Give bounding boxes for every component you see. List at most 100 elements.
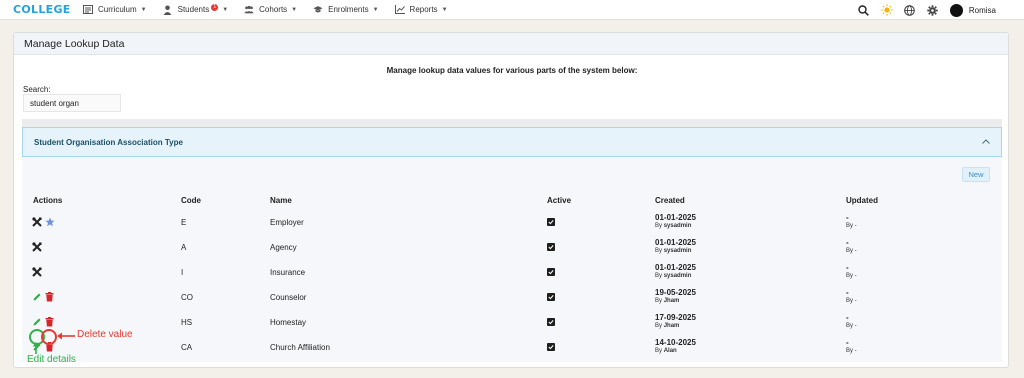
updated-date: -	[846, 238, 849, 247]
checkbox-checked-icon	[547, 218, 555, 226]
updated-by: By -	[846, 273, 857, 279]
table-row: HS Homestay 17-09-2025 By Jham - By -	[22, 311, 1002, 336]
intro-text: Manage lookup data values for various pa…	[386, 66, 638, 75]
notification-badge: 1	[211, 3, 219, 11]
tools-icon[interactable]	[32, 267, 42, 277]
code-cell: E	[181, 218, 187, 227]
updated-date: -	[846, 313, 849, 322]
student-icon	[163, 5, 173, 15]
updated-date: -	[846, 213, 849, 222]
updated-by: By -	[846, 348, 857, 354]
created-date: 01-01-2025	[655, 213, 696, 222]
name-cell: Employer	[270, 218, 304, 227]
updated-by: By -	[846, 223, 857, 229]
lookup-data-card: Manage Lookup Data Manage lookup data va…	[13, 32, 1009, 368]
nav-cohorts-label: Cohorts	[259, 5, 288, 14]
checkbox-checked-icon	[547, 293, 555, 301]
column-header-created: Created	[655, 196, 685, 205]
checkbox-checked-icon	[547, 243, 555, 251]
brand-logo[interactable]: COLLEGE	[13, 3, 83, 16]
created-cell: 01-01-2025 By sysadmin	[655, 238, 696, 254]
nav-right-tools: Romisa	[858, 0, 1024, 20]
globe-icon[interactable]	[904, 4, 916, 16]
column-header-name: Name	[270, 196, 292, 205]
name-cell: Homestay	[270, 318, 307, 327]
updated-cell: - By -	[846, 263, 857, 279]
table-row: CO Counselor 19-05-2025 By Jham - By -	[22, 286, 1002, 311]
nav-cohorts[interactable]: Cohorts ▼	[244, 5, 297, 15]
book-icon	[83, 5, 93, 15]
users-icon	[244, 5, 254, 15]
nav-reports-label: Reports	[409, 5, 438, 14]
code-cell: A	[181, 243, 187, 252]
created-date: 19-05-2025	[655, 288, 696, 297]
avatar[interactable]	[949, 3, 963, 17]
trash-icon[interactable]	[44, 292, 54, 302]
graduation-cap-icon	[313, 5, 323, 15]
section-title: Student Organisation Association Type	[34, 137, 183, 147]
tools-icon[interactable]	[32, 242, 42, 252]
table-row: A Agency 01-01-2025 By sysadmin - By -	[22, 236, 1002, 261]
delete-annotation: Delete value	[77, 329, 133, 340]
created-cell: 14-10-2025 By Alan	[655, 338, 696, 354]
created-by: By sysadmin	[655, 248, 692, 254]
name-cell: Agency	[270, 243, 297, 252]
search-input[interactable]	[23, 94, 121, 112]
new-button[interactable]: New	[962, 167, 990, 182]
name-cell: Insurance	[270, 268, 306, 277]
chevron-down-icon: ▼	[140, 6, 147, 13]
search-icon[interactable]	[858, 4, 870, 16]
tools-icon[interactable]	[32, 217, 42, 227]
updated-cell: - By -	[846, 313, 857, 329]
code-cell: CO	[181, 293, 193, 302]
updated-date: -	[846, 288, 849, 297]
top-navbar: COLLEGE Curriculum ▼ Students 1 ▼ Cohort…	[0, 0, 1024, 20]
chevron-down-icon: ▼	[291, 6, 298, 13]
pencil-icon[interactable]	[32, 292, 42, 302]
chevron-up-icon[interactable]	[981, 137, 991, 147]
code-cell: I	[181, 268, 184, 277]
column-header-code: Code	[181, 196, 201, 205]
name-cell: Church Affiliation	[270, 343, 330, 352]
updated-date: -	[846, 263, 849, 272]
arrow-left-icon	[57, 332, 75, 340]
created-cell: 17-09-2025 By Jham	[655, 313, 696, 329]
created-date: 14-10-2025	[655, 338, 696, 347]
created-by: By Jham	[655, 298, 680, 304]
created-cell: 19-05-2025 By Jham	[655, 288, 696, 304]
chevron-down-icon: ▼	[372, 6, 379, 13]
created-by: By sysadmin	[655, 223, 692, 229]
table-row: I Insurance 01-01-2025 By sysadmin - By …	[22, 261, 1002, 286]
nav-students[interactable]: Students 1 ▼	[163, 3, 228, 15]
trash-icon[interactable]	[44, 317, 54, 327]
created-by: By sysadmin	[655, 273, 692, 279]
nav-curriculum-label: Curriculum	[98, 5, 137, 14]
page-title: Manage Lookup Data	[14, 33, 1008, 55]
created-date: 01-01-2025	[655, 238, 696, 247]
nav-students-label: Students	[177, 5, 210, 14]
lookup-section: Student Organisation Association Type Ne…	[22, 119, 1002, 362]
updated-cell: - By -	[846, 338, 857, 354]
created-by: By Alan	[655, 348, 677, 354]
column-header-updated: Updated	[846, 196, 878, 205]
checkbox-checked-icon	[547, 343, 555, 351]
updated-cell: - By -	[846, 288, 857, 304]
pencil-icon[interactable]	[32, 317, 42, 327]
delete-highlight-circle	[41, 329, 57, 345]
accordion-header[interactable]: Student Organisation Association Type	[22, 127, 1002, 157]
star-icon[interactable]	[45, 217, 55, 227]
arrow-up-icon	[32, 342, 40, 354]
nav-curriculum[interactable]: Curriculum ▼	[83, 5, 147, 15]
user-name[interactable]: Romisa	[969, 6, 996, 15]
checkbox-checked-icon	[547, 318, 555, 326]
sun-icon[interactable]	[881, 4, 893, 16]
created-by: By Jham	[655, 323, 680, 329]
nav-reports[interactable]: Reports ▼	[394, 5, 448, 15]
table-row: E Employer 01-01-2025 By sysadmin - By -	[22, 211, 1002, 236]
nav-enrolments[interactable]: Enrolments ▼	[313, 5, 379, 15]
created-date: 17-09-2025	[655, 313, 696, 322]
table-row: CA Church Affiliation 14-10-2025 By Alan…	[22, 336, 1002, 361]
created-cell: 01-01-2025 By sysadmin	[655, 263, 696, 279]
code-cell: CA	[181, 343, 193, 352]
gear-icon[interactable]	[927, 4, 939, 16]
